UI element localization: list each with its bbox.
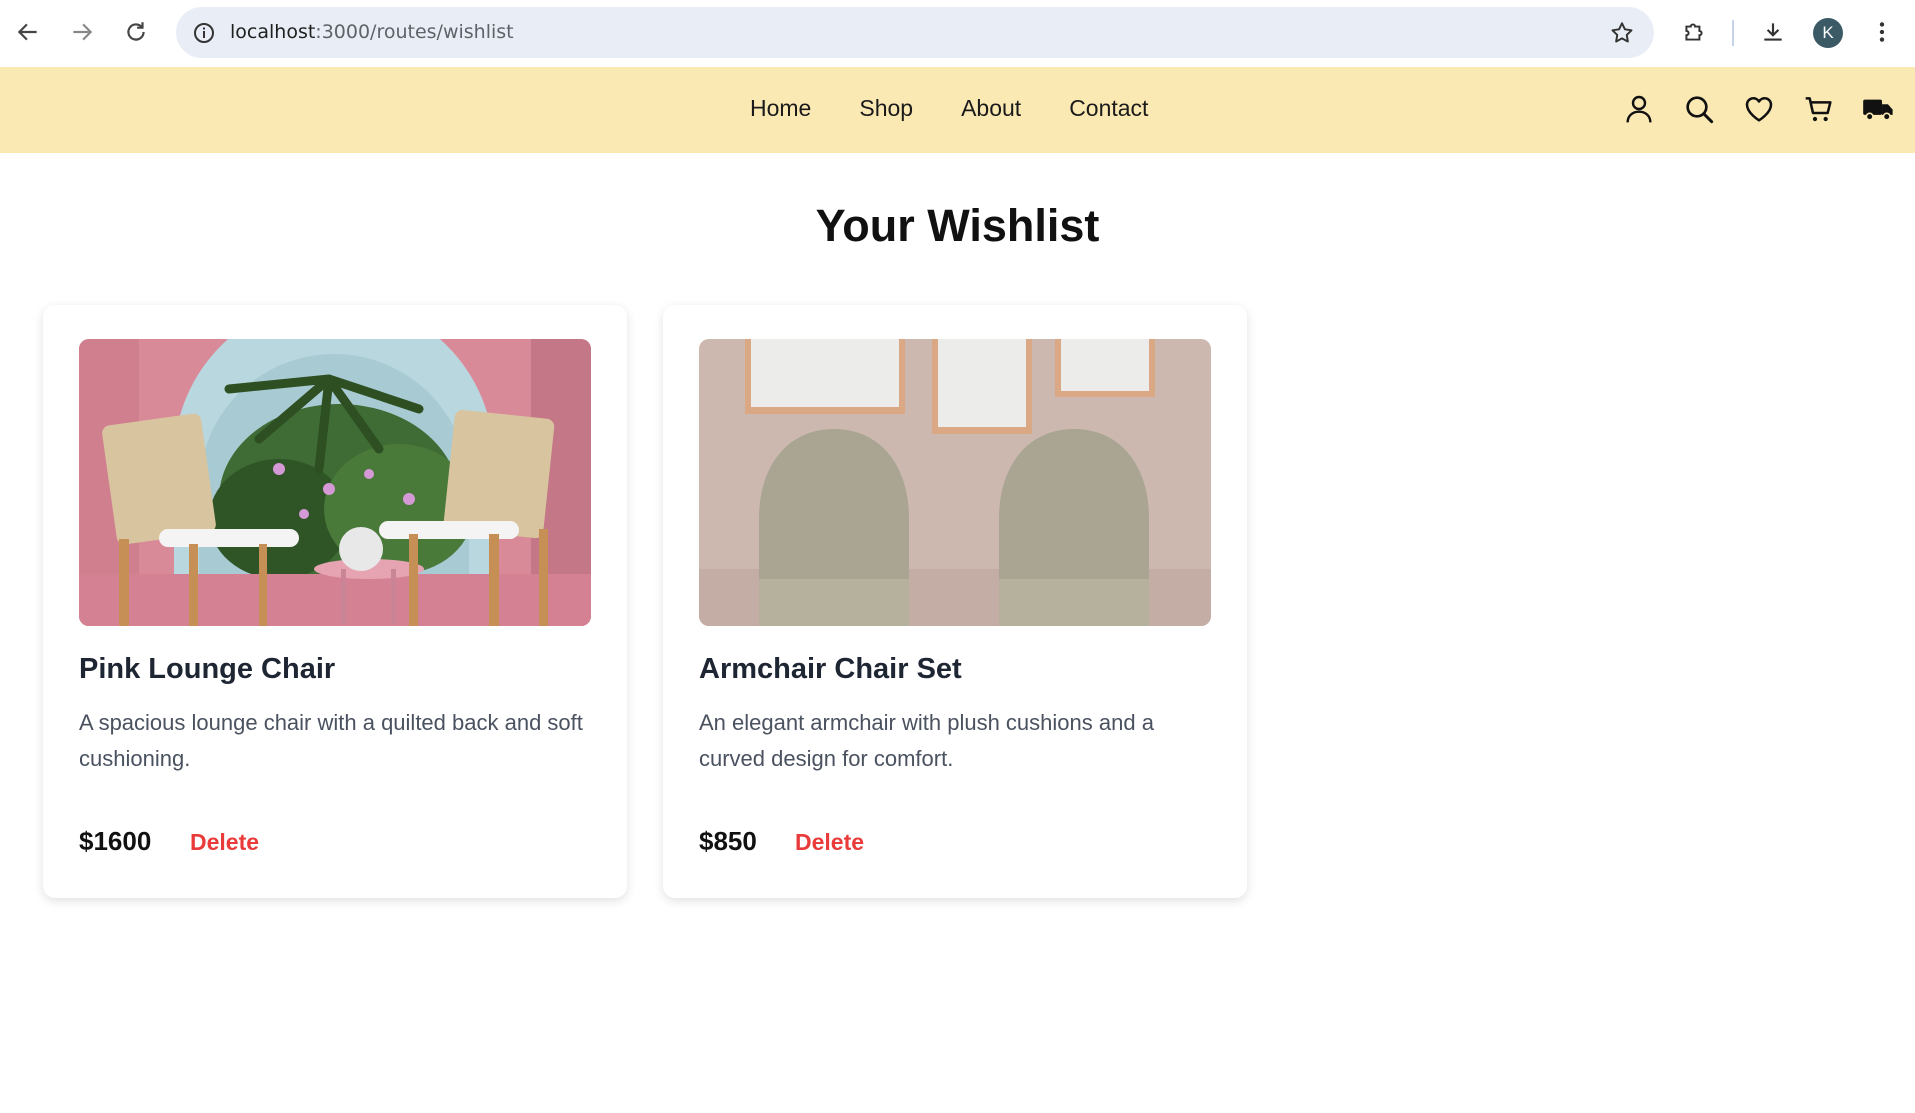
address-bar[interactable]: localhost:3000/routes/wishlist — [176, 7, 1654, 58]
more-vertical-icon — [1879, 22, 1885, 42]
reload-button[interactable] — [116, 12, 156, 52]
product-name: Armchair Chair Set — [699, 653, 962, 685]
delete-button[interactable]: Delete — [190, 829, 259, 856]
browser-menu-button[interactable] — [1862, 12, 1902, 52]
toolbar-separator — [1732, 20, 1734, 46]
product-description: An elegant armchair with plush cushions … — [699, 710, 1154, 771]
url-text[interactable]: localhost:3000/routes/wishlist — [230, 21, 514, 43]
nav-shop[interactable]: Shop — [859, 95, 913, 122]
forward-button[interactable] — [62, 12, 102, 52]
product-image — [699, 339, 1211, 626]
user-icon[interactable] — [1622, 91, 1655, 127]
nav-contact[interactable]: Contact — [1069, 95, 1148, 122]
site-info-icon[interactable] — [186, 15, 222, 51]
product-name: Pink Lounge Chair — [79, 653, 336, 685]
site-header: Home Shop About Contact — [0, 67, 1915, 153]
download-icon — [1764, 23, 1782, 41]
header-icons — [1622, 91, 1895, 127]
profile-avatar[interactable]: K — [1813, 18, 1843, 48]
nav-home[interactable]: Home — [750, 95, 811, 122]
extensions-button[interactable] — [1674, 12, 1714, 52]
arrow-left-icon — [17, 23, 37, 41]
browser-toolbar: localhost:3000/routes/wishlist K — [0, 0, 1915, 67]
search-icon[interactable] — [1682, 91, 1715, 127]
cart-icon[interactable] — [1802, 91, 1835, 127]
puzzle-icon — [1685, 23, 1703, 41]
url-path: :3000/routes/wishlist — [315, 21, 514, 43]
heart-icon[interactable] — [1742, 91, 1775, 127]
page-title: Your Wishlist — [815, 200, 1100, 251]
product-image — [79, 339, 591, 626]
downloads-button[interactable] — [1753, 12, 1793, 52]
url-host: localhost — [230, 21, 316, 43]
wishlist-card: Pink Lounge Chair A spacious lounge chai… — [43, 305, 627, 898]
product-price: $850 — [699, 826, 757, 856]
bookmark-star-icon[interactable] — [1604, 15, 1640, 51]
product-description: A spacious lounge chair with a quilted b… — [79, 710, 583, 771]
delete-button[interactable]: Delete — [795, 829, 864, 856]
product-price: $1600 — [79, 826, 152, 856]
nav-about[interactable]: About — [961, 95, 1021, 122]
arrow-right-icon — [73, 23, 93, 41]
wishlist-card: Armchair Chair Set An elegant armchair w… — [663, 305, 1247, 898]
main-nav: Home Shop About Contact — [750, 95, 1148, 122]
back-button[interactable] — [8, 12, 48, 52]
truck-icon[interactable] — [1862, 91, 1895, 127]
reload-icon — [127, 22, 145, 41]
